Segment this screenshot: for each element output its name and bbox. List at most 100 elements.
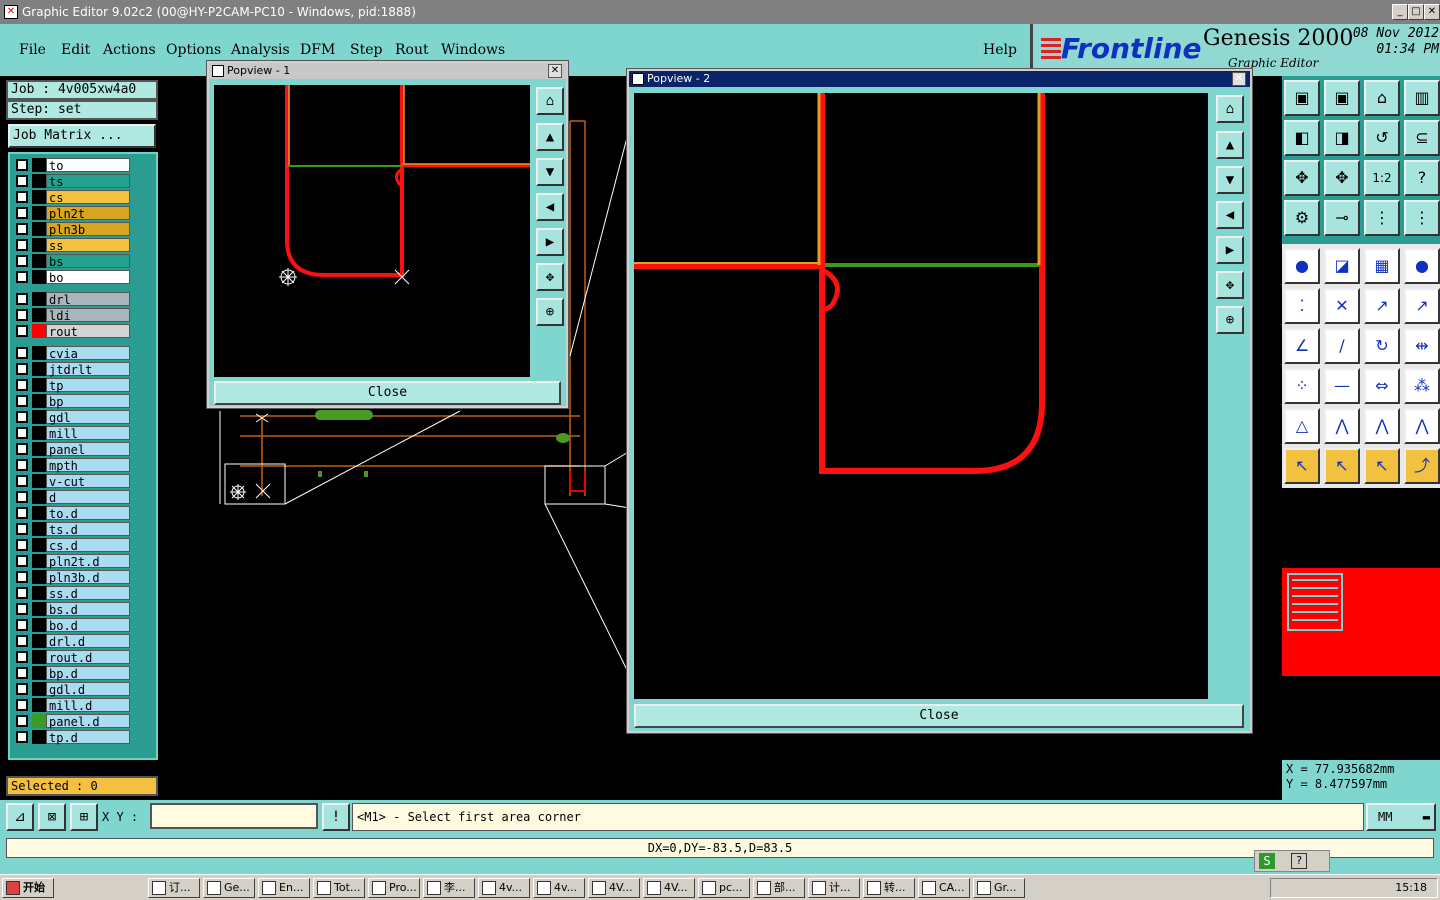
snap-icon[interactable]: ⊿ xyxy=(6,803,34,831)
popview-1-pan-right-icon[interactable]: ▶ xyxy=(536,228,564,256)
taskbar-item[interactable]: Pro... xyxy=(368,878,420,898)
probe-icon[interactable]: ⊸ xyxy=(1324,200,1360,236)
layer-row-bp-d[interactable]: bp.d xyxy=(14,666,130,681)
taskbar-item[interactable]: Ge... xyxy=(203,878,255,898)
popview-2-pan-up-icon[interactable]: ▲ xyxy=(1216,131,1244,159)
layer-row-v-cut[interactable]: v-cut xyxy=(14,474,130,489)
layer-checkbox[interactable] xyxy=(16,699,28,711)
layer-checkbox[interactable] xyxy=(16,293,28,305)
ruler-icon[interactable]: ▦ xyxy=(1364,248,1400,284)
layer-row-ss-d[interactable]: ss.d xyxy=(14,586,130,601)
zoom-home-icon[interactable]: ⌂ xyxy=(1364,80,1400,116)
layer-row-bs-d[interactable]: bs.d xyxy=(14,602,130,617)
menu-actions[interactable]: Actions xyxy=(103,42,156,58)
layer-row-bp[interactable]: bp xyxy=(14,394,130,409)
layer-row-to-d[interactable]: to.d xyxy=(14,506,130,521)
layer-row-ts-d[interactable]: ts.d xyxy=(14,522,130,537)
arc-icon[interactable]: ↻ xyxy=(1364,328,1400,364)
popview-1-canvas[interactable] xyxy=(214,85,530,377)
minimize-button[interactable]: _ xyxy=(1392,4,1408,20)
select-poly-icon[interactable]: ↖ xyxy=(1364,448,1400,484)
grid-icon[interactable]: ⊞ xyxy=(70,803,98,831)
menu-dfm[interactable]: DFM xyxy=(300,42,335,58)
pan-right-icon[interactable]: ◨ xyxy=(1324,120,1360,156)
menu-options[interactable]: Options xyxy=(166,42,221,58)
layer-checkbox[interactable] xyxy=(16,379,28,391)
layer-checkbox[interactable] xyxy=(16,207,28,219)
units-dropdown[interactable]: MM ▬ xyxy=(1366,803,1436,831)
popview-2-zoom-out-icon[interactable]: ⊕ xyxy=(1216,306,1244,334)
layer-row-drl-d[interactable]: drl.d xyxy=(14,634,130,649)
layer-checkbox[interactable] xyxy=(16,587,28,599)
layer-checkbox[interactable] xyxy=(16,635,28,647)
layer-checkbox[interactable] xyxy=(16,523,28,535)
maximize-button[interactable]: □ xyxy=(1408,4,1424,20)
menu-analysis[interactable]: Analysis xyxy=(231,42,290,58)
layer-row-to[interactable]: to xyxy=(14,158,130,173)
alert-icon[interactable]: ! xyxy=(322,803,350,831)
layer-checkbox[interactable] xyxy=(16,571,28,583)
popview-2-zoom-in-icon[interactable]: ✥ xyxy=(1216,271,1244,299)
layer-toggle-b-icon[interactable]: ⋮ xyxy=(1404,200,1440,236)
triangle-c-icon[interactable]: ⋀ xyxy=(1364,408,1400,444)
taskbar-item[interactable]: 转... xyxy=(863,878,915,898)
taskbar-item[interactable]: 4v... xyxy=(478,878,530,898)
query-icon[interactable]: ? xyxy=(1404,160,1440,196)
move-icon[interactable]: ↗ xyxy=(1364,288,1400,324)
popview-1-pan-up-icon[interactable]: ▲ xyxy=(536,123,564,151)
popview-2-close-icon[interactable]: ✕ xyxy=(1232,72,1246,86)
snap-icon[interactable]: ⁘ xyxy=(1284,368,1320,404)
layer-checkbox[interactable] xyxy=(16,651,28,663)
popview-1-zoom-in-icon[interactable]: ✥ xyxy=(536,263,564,291)
layer-row-ss[interactable]: ss xyxy=(14,238,130,253)
layer-row-cs-d[interactable]: cs.d xyxy=(14,538,130,553)
layer-row-cvia[interactable]: cvia xyxy=(14,346,130,361)
taskbar-item[interactable]: Gr... xyxy=(973,878,1025,898)
layer-row-pln2t[interactable]: pln2t xyxy=(14,206,130,221)
pad-icon[interactable]: ● xyxy=(1284,248,1320,284)
taskbar-item[interactable]: 部... xyxy=(753,878,805,898)
layer-checkbox[interactable] xyxy=(16,731,28,743)
popview-1-pan-down-icon[interactable]: ▼ xyxy=(536,158,564,186)
pattern-icon[interactable]: ⁂ xyxy=(1404,368,1440,404)
taskbar-item[interactable]: 4V... xyxy=(643,878,695,898)
triangle-b-icon[interactable]: ⋀ xyxy=(1324,408,1360,444)
popview-1-zoom-home-icon[interactable]: ⌂ xyxy=(536,87,564,115)
taskbar-item[interactable]: 订... xyxy=(148,878,200,898)
layer-checkbox[interactable] xyxy=(16,395,28,407)
pan-left-icon[interactable]: ◧ xyxy=(1284,120,1320,156)
taskbar-item[interactable]: 4V... xyxy=(588,878,640,898)
layer-checkbox[interactable] xyxy=(16,191,28,203)
zoom-out-icon[interactable]: ✥ xyxy=(1324,160,1360,196)
layer-row-panel[interactable]: panel xyxy=(14,442,130,457)
layer-checkbox[interactable] xyxy=(16,507,28,519)
layer-toggle-a-icon[interactable]: ⋮ xyxy=(1364,200,1400,236)
layer-row-bo-d[interactable]: bo.d xyxy=(14,618,130,633)
layer-row-mpth[interactable]: mpth xyxy=(14,458,130,473)
layer-checkbox[interactable] xyxy=(16,363,28,375)
split-view-icon[interactable]: ▥ xyxy=(1404,80,1440,116)
taskbar-item[interactable]: 4v... xyxy=(533,878,585,898)
layer-row-jtdrlt[interactable]: jtdrlt xyxy=(14,362,130,377)
layer-checkbox[interactable] xyxy=(16,491,28,503)
circle-icon[interactable]: ● xyxy=(1404,248,1440,284)
mirror-icon[interactable]: ⇹ xyxy=(1404,328,1440,364)
menu-help[interactable]: Help xyxy=(983,42,1017,58)
popview-1-close-icon[interactable]: ✕ xyxy=(548,64,562,78)
overview-map[interactable] xyxy=(1282,568,1440,676)
menu-file[interactable]: File xyxy=(19,42,46,58)
scale-icon[interactable]: 1:2 xyxy=(1364,160,1400,196)
zoom-window-icon[interactable]: ▣ xyxy=(1284,80,1320,116)
triangle-a-icon[interactable]: △ xyxy=(1284,408,1320,444)
layer-row-rout-d[interactable]: rout.d xyxy=(14,650,130,665)
layer-row-panel-d[interactable]: panel.d xyxy=(14,714,130,729)
layer-checkbox[interactable] xyxy=(16,683,28,695)
layer-checkbox[interactable] xyxy=(16,475,28,487)
segment-icon[interactable]: — xyxy=(1324,368,1360,404)
delete-icon[interactable]: ✕ xyxy=(1324,288,1360,324)
layer-row-tp[interactable]: tp xyxy=(14,378,130,393)
select-icon[interactable]: ↖ xyxy=(1284,448,1320,484)
layer-checkbox[interactable] xyxy=(16,347,28,359)
start-button[interactable]: 开始 xyxy=(2,878,54,898)
layer-checkbox[interactable] xyxy=(16,411,28,423)
